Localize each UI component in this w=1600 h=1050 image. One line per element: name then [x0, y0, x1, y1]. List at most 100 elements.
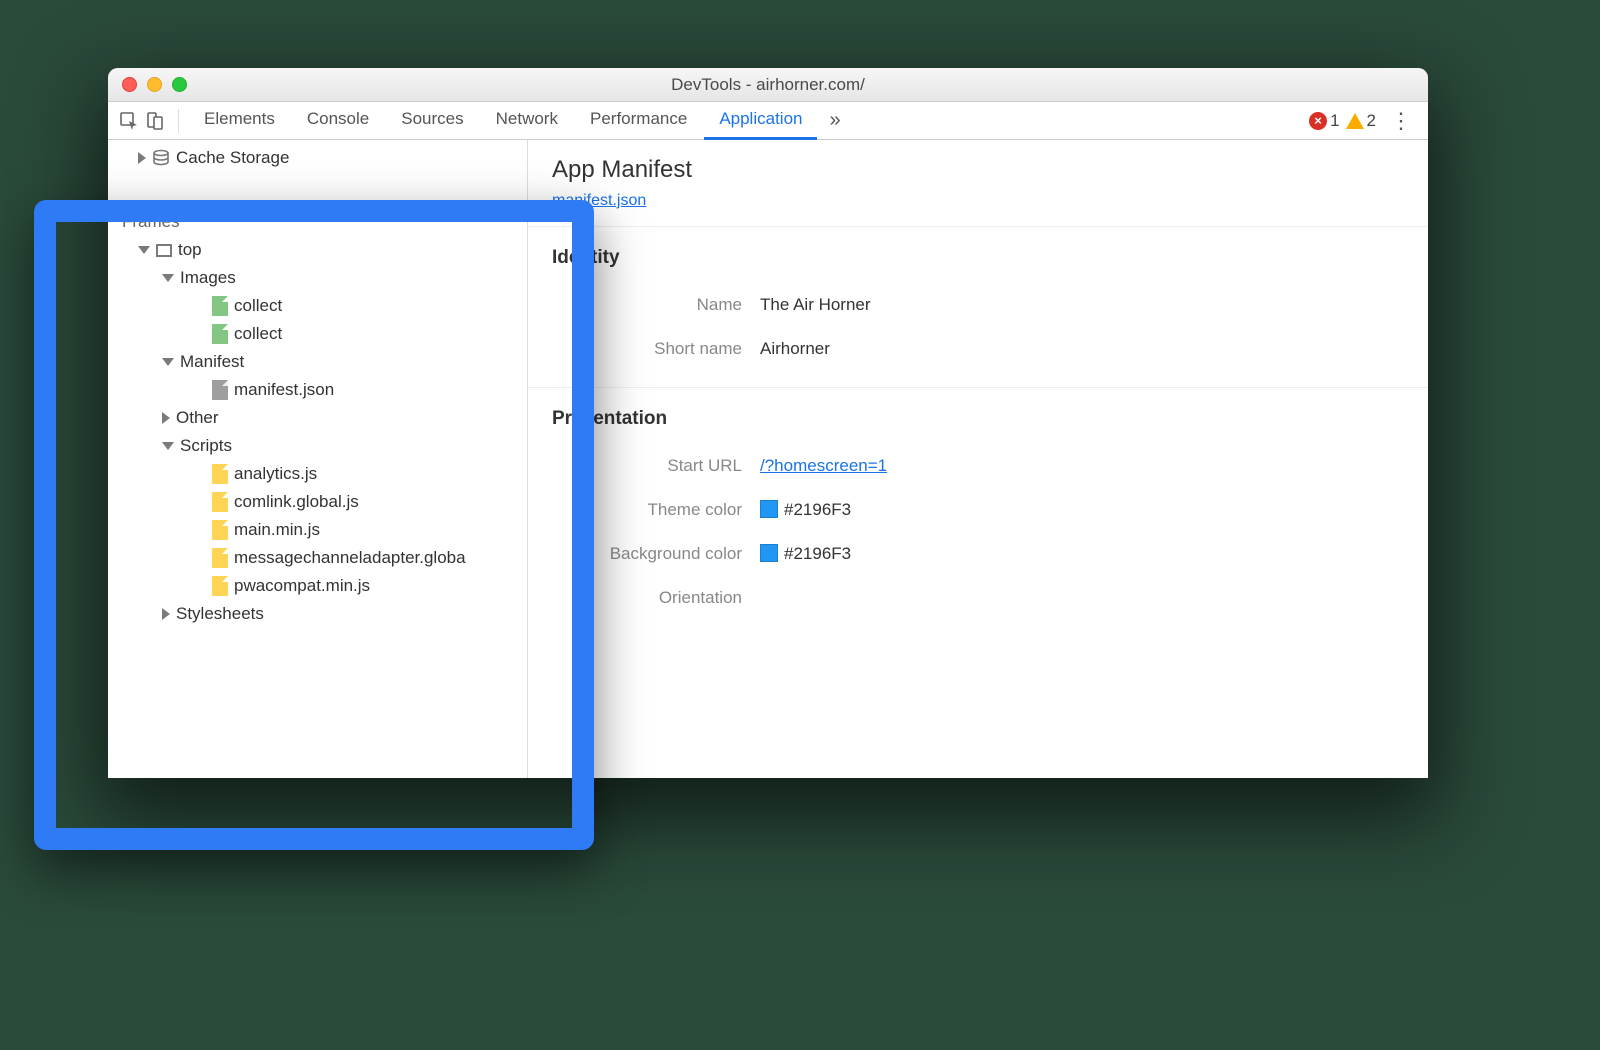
key-label: Start URL — [552, 456, 742, 476]
section-presentation: Presentation — [528, 387, 1428, 444]
tab-elements[interactable]: Elements — [189, 101, 290, 140]
device-icon[interactable] — [142, 108, 168, 134]
sidebar-item-cache-storage[interactable]: Cache Storage — [108, 144, 527, 172]
sidebar-label: top — [178, 240, 202, 260]
expand-icon — [162, 412, 170, 424]
color-hex: #2196F3 — [784, 500, 851, 519]
color-swatch — [760, 500, 778, 518]
script-file-icon — [212, 492, 228, 512]
kv-orientation: Orientation — [528, 576, 1428, 620]
key-label: Name — [552, 295, 742, 315]
sidebar-item-file[interactable]: collect — [108, 320, 527, 348]
toolbar-right: × 1 2 ⋮ — [1309, 108, 1420, 134]
sidebar-label: messagechanneladapter.globa — [234, 548, 466, 568]
sidebar-label: Stylesheets — [176, 604, 264, 624]
tab-performance[interactable]: Performance — [575, 101, 702, 140]
sidebar: Cache Storage Frames top Images collect — [108, 140, 528, 778]
sidebar-section-frames: Frames — [108, 198, 527, 236]
window-close-button[interactable] — [122, 77, 137, 92]
error-badge[interactable]: × 1 — [1309, 111, 1339, 131]
devtools-window: DevTools - airhorner.com/ Elements Conso… — [108, 68, 1428, 778]
sidebar-item-file[interactable]: pwacompat.min.js — [108, 572, 527, 600]
collapse-icon — [162, 358, 174, 366]
script-file-icon — [212, 548, 228, 568]
key-label: Short name — [552, 339, 742, 359]
titlebar: DevTools - airhorner.com/ — [108, 68, 1428, 102]
sidebar-label: collect — [234, 324, 282, 344]
key-value: Airhorner — [760, 339, 830, 359]
key-label: Theme color — [552, 500, 742, 520]
image-file-icon — [212, 296, 228, 316]
sidebar-item-top[interactable]: top — [108, 236, 527, 264]
color-swatch — [760, 544, 778, 562]
manifest-file-link[interactable]: manifest.json — [528, 192, 670, 210]
sidebar-label: Cache Storage — [176, 148, 289, 168]
image-file-icon — [212, 324, 228, 344]
collapse-icon — [162, 274, 174, 282]
settings-menu-button[interactable]: ⋮ — [1382, 108, 1420, 134]
tab-console[interactable]: Console — [292, 101, 384, 140]
sidebar-item-manifest[interactable]: Manifest — [108, 348, 527, 376]
key-label: Background color — [552, 544, 742, 564]
frame-icon — [156, 244, 172, 257]
key-value: #2196F3 — [760, 500, 851, 520]
sidebar-item-file[interactable]: messagechanneladapter.globa — [108, 544, 527, 572]
kv-start-url: Start URL /?homescreen=1 — [528, 444, 1428, 488]
error-icon: × — [1309, 112, 1327, 130]
file-icon — [212, 380, 228, 400]
more-tabs-button[interactable]: » — [819, 101, 850, 140]
color-hex: #2196F3 — [784, 544, 851, 563]
warning-icon — [1346, 113, 1364, 129]
key-value: #2196F3 — [760, 544, 851, 564]
toolbar-separator — [178, 109, 179, 133]
sidebar-label: Images — [180, 268, 236, 288]
sidebar-label: Scripts — [180, 436, 232, 456]
sidebar-item-file[interactable]: analytics.js — [108, 460, 527, 488]
sidebar-label: comlink.global.js — [234, 492, 359, 512]
tab-application[interactable]: Application — [704, 101, 817, 140]
kv-name: Name The Air Horner — [528, 283, 1428, 327]
sidebar-item-file[interactable]: main.min.js — [108, 516, 527, 544]
key-value: The Air Horner — [760, 295, 871, 315]
window-minimize-button[interactable] — [147, 77, 162, 92]
sidebar-item-file[interactable]: collect — [108, 292, 527, 320]
script-file-icon — [212, 576, 228, 596]
sidse-section-label: Frames — [122, 212, 180, 232]
key-label: Orientation — [552, 588, 742, 608]
script-file-icon — [212, 520, 228, 540]
section-identity: Identity — [528, 226, 1428, 283]
toolbar: Elements Console Sources Network Perform… — [108, 102, 1428, 140]
expand-icon — [138, 152, 146, 164]
collapse-icon — [138, 246, 150, 254]
sidebar-label: Manifest — [180, 352, 244, 372]
sidebar-label: Other — [176, 408, 219, 428]
sidebar-label: main.min.js — [234, 520, 320, 540]
kv-theme-color: Theme color #2196F3 — [528, 488, 1428, 532]
pane-title: App Manifest — [528, 156, 1428, 192]
tab-sources[interactable]: Sources — [386, 101, 478, 140]
sidebar-item-other[interactable]: Other — [108, 404, 527, 432]
collapse-icon — [162, 442, 174, 450]
sidebar-label: analytics.js — [234, 464, 317, 484]
tab-network[interactable]: Network — [481, 101, 573, 140]
error-count: 1 — [1330, 111, 1339, 131]
window-title: DevTools - airhorner.com/ — [671, 75, 865, 95]
traffic-lights — [122, 77, 187, 92]
script-file-icon — [212, 464, 228, 484]
warning-badge[interactable]: 2 — [1346, 111, 1376, 131]
sidebar-label: pwacompat.min.js — [234, 576, 370, 596]
panel-tabs: Elements Console Sources Network Perform… — [189, 101, 851, 140]
app-manifest-pane: App Manifest manifest.json Identity Name… — [528, 140, 1428, 778]
sidebar-item-file[interactable]: comlink.global.js — [108, 488, 527, 516]
window-maximize-button[interactable] — [172, 77, 187, 92]
sidebar-item-scripts[interactable]: Scripts — [108, 432, 527, 460]
start-url-link[interactable]: /?homescreen=1 — [760, 456, 887, 475]
sidebar-item-images[interactable]: Images — [108, 264, 527, 292]
sidebar-item-file[interactable]: manifest.json — [108, 376, 527, 404]
sidebar-item-stylesheets[interactable]: Stylesheets — [108, 600, 527, 628]
database-icon — [152, 149, 170, 167]
kv-background-color: Background color #2196F3 — [528, 532, 1428, 576]
warning-count: 2 — [1367, 111, 1376, 131]
inspect-icon[interactable] — [116, 108, 142, 134]
kv-short-name: Short name Airhorner — [528, 327, 1428, 371]
